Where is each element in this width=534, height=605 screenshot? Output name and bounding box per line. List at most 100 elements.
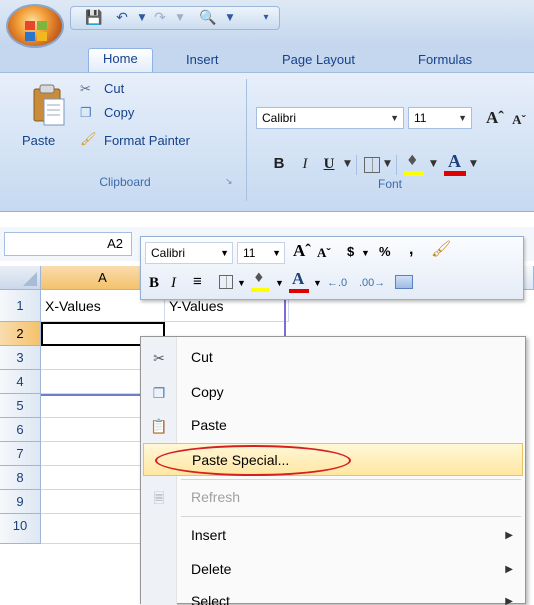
font-color-icon: A — [448, 151, 461, 171]
menu-item-copy[interactable]: ❐ Copy — [141, 376, 525, 409]
refresh-icon: 🗏 — [153, 490, 165, 506]
shrink-font-button[interactable]: Aˇ — [508, 109, 530, 131]
font-size-combo[interactable]: 11 ▼ — [408, 107, 472, 129]
row-header-6[interactable]: 6 — [0, 418, 41, 442]
office-button[interactable] — [6, 4, 64, 48]
decrease-decimal-icon[interactable]: .00→ — [359, 273, 385, 293]
submenu-arrow-icon: ▶ — [505, 530, 513, 541]
mini-center-icon[interactable]: ≡ — [193, 272, 202, 292]
ribbon: Paste ✂ Cut ❐ Copy 🖌 Format Painter Clip… — [0, 72, 534, 212]
undo-dropdown-icon[interactable]: ▼ — [133, 10, 151, 26]
paint-bucket-icon: ♦ — [406, 153, 419, 169]
row-header-10[interactable]: 10 — [0, 514, 41, 544]
menu-item-select[interactable]: Select ▶ — [141, 583, 525, 605]
tab-page-layout[interactable]: Page Layout — [268, 50, 369, 72]
chevron-down-icon[interactable]: ▼ — [390, 108, 399, 128]
undo-icon[interactable]: ↶ — [113, 10, 131, 26]
print-preview-icon[interactable]: 🔍 — [199, 10, 217, 26]
mini-format-painter-icon[interactable]: 🖌 — [431, 240, 451, 260]
font-name-combo[interactable]: Calibri ▼ — [256, 107, 404, 129]
mini-italic-button[interactable]: I — [171, 273, 176, 293]
menu-item-refresh[interactable]: 🗏 Refresh — [141, 481, 525, 514]
save-icon[interactable]: 💾 — [85, 10, 103, 26]
bold-button[interactable]: B — [268, 153, 290, 175]
italic-button[interactable]: I — [294, 153, 316, 175]
customize-qat-icon[interactable]: ▾ — [257, 10, 275, 26]
mini-font-size-combo[interactable]: 11 ▼ — [237, 242, 285, 264]
mini-toolbar: Calibri ▼ 11 ▼ Aˆ Aˇ $ ▼ % , 🖌 B I ≡ ▼ ♦… — [140, 236, 524, 300]
font-color-swatch — [444, 171, 466, 176]
mini-bold-button[interactable]: B — [149, 273, 159, 293]
mini-percent-button[interactable]: % — [379, 242, 391, 262]
underline-button[interactable]: U — [318, 153, 340, 175]
select-all-corner[interactable] — [0, 266, 41, 290]
chevron-down-icon[interactable]: ▼ — [272, 243, 281, 263]
mini-comma-button[interactable]: , — [409, 240, 413, 260]
row-header-2[interactable]: 2 — [0, 322, 41, 346]
row-header-3[interactable]: 3 — [0, 346, 41, 370]
submenu-arrow-icon: ▶ — [505, 564, 513, 575]
row-header-4[interactable]: 4 — [0, 370, 41, 394]
chevron-down-icon[interactable]: ▼ — [220, 243, 229, 263]
merge-center-icon[interactable] — [395, 275, 413, 289]
menu-separator — [181, 516, 521, 517]
font-group-label: Font — [377, 177, 402, 191]
scissors-icon: ✂ — [80, 81, 91, 96]
currency-dropdown-icon[interactable]: ▼ — [361, 243, 370, 263]
row-header-8[interactable]: 8 — [0, 466, 41, 490]
redo-dropdown-icon[interactable]: ▼ — [171, 10, 189, 26]
ribbon-tab-row: Home Insert Page Layout Formulas — [0, 42, 534, 72]
font-color-button[interactable]: A — [444, 151, 466, 177]
mini-currency-button[interactable]: $ — [347, 242, 354, 262]
paste-icon — [33, 84, 65, 126]
borders-icon[interactable] — [364, 157, 380, 173]
paste-icon: 📋 — [150, 418, 168, 434]
row-header-1[interactable]: 1 — [0, 290, 41, 322]
menu-item-delete[interactable]: Delete ▶ — [141, 553, 525, 586]
row-header-9[interactable]: 9 — [0, 490, 41, 514]
clipboard-dialog-launcher-icon[interactable]: ↘ — [225, 177, 233, 187]
clipboard-group-label: Clipboard — [99, 175, 151, 189]
menu-item-paste-special[interactable]: Paste Special... — [143, 443, 523, 476]
copy-icon: ❐ — [80, 105, 92, 120]
row-header-5[interactable]: 5 — [0, 394, 41, 418]
mini-font-size-value: 11 — [243, 246, 256, 260]
mini-borders-dropdown-icon[interactable]: ▼ — [237, 273, 246, 293]
redo-icon[interactable]: ↷ — [151, 10, 169, 26]
menu-item-refresh-label: Refresh — [191, 489, 241, 505]
increase-decimal-icon[interactable]: ←.0 — [327, 273, 347, 293]
mini-fill-swatch — [251, 288, 269, 292]
menu-item-cut-label: Cut — [191, 349, 213, 365]
mini-fill-dropdown-icon[interactable]: ▼ — [275, 273, 284, 293]
mini-font-color-button[interactable]: A — [289, 269, 309, 295]
name-box[interactable]: A2 — [4, 232, 132, 256]
mini-font-name-value: Calibri — [151, 246, 186, 260]
grow-font-button[interactable]: Aˆ — [482, 107, 508, 129]
paste-button[interactable]: Paste — [22, 83, 68, 153]
copy-icon: ❐ — [152, 385, 166, 401]
font-color-dropdown-icon[interactable]: ▼ — [470, 159, 477, 169]
tab-insert[interactable]: Insert — [172, 50, 233, 72]
tab-formulas[interactable]: Formulas — [404, 50, 486, 72]
cut-button[interactable]: ✂ Cut — [80, 81, 160, 103]
mini-fill-color-button[interactable]: ♦ — [251, 271, 271, 295]
mini-shrink-font-button[interactable]: Aˇ — [317, 243, 331, 263]
mini-font-name-combo[interactable]: Calibri ▼ — [145, 242, 233, 264]
format-painter-button[interactable]: 🖌 Format Painter — [80, 131, 240, 153]
tab-home[interactable]: Home — [88, 48, 153, 72]
menu-item-paste[interactable]: 📋 Paste — [141, 409, 525, 442]
fill-dropdown-icon[interactable]: ▼ — [430, 159, 437, 169]
mini-borders-icon[interactable] — [219, 275, 233, 289]
menu-item-insert[interactable]: Insert ▶ — [141, 519, 525, 552]
fill-color-button[interactable]: ♦ — [404, 153, 426, 177]
qat-dropdown-icon[interactable]: ▼ — [221, 10, 239, 26]
menu-item-cut[interactable]: ✂ Cut — [141, 341, 525, 374]
borders-dropdown-icon[interactable]: ▼ — [384, 159, 391, 169]
chevron-down-icon[interactable]: ▼ — [458, 108, 467, 128]
copy-button[interactable]: ❐ Copy — [80, 105, 160, 127]
row-header-7[interactable]: 7 — [0, 442, 41, 466]
menu-item-paste-label: Paste — [191, 417, 227, 433]
mini-font-color-dropdown-icon[interactable]: ▼ — [313, 273, 322, 293]
underline-dropdown-icon[interactable]: ▼ — [344, 159, 351, 169]
mini-grow-font-button[interactable]: Aˆ — [293, 241, 311, 261]
